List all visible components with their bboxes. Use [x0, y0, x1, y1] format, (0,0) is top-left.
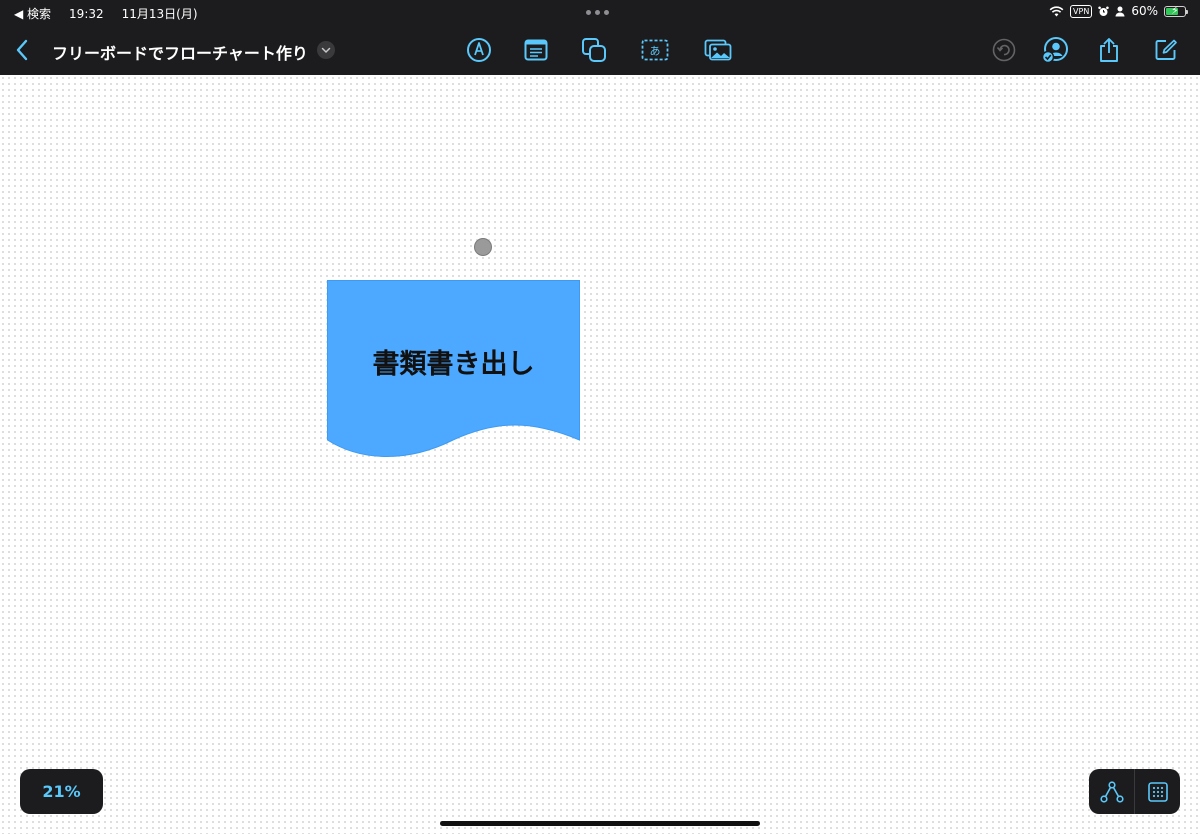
compose-icon: [1155, 39, 1177, 60]
connector-icon: [1099, 780, 1124, 803]
vpn-badge: VPN: [1070, 4, 1093, 18]
share-button[interactable]: [1091, 32, 1127, 68]
chevron-left-icon: [16, 39, 28, 61]
dot: [604, 10, 609, 15]
connector-button[interactable]: [1089, 769, 1134, 814]
title-menu-button[interactable]: [317, 41, 335, 59]
pen-tool-button[interactable]: [461, 32, 497, 68]
collaborate-button[interactable]: [1037, 32, 1073, 68]
undo-icon: [992, 38, 1016, 62]
shape-label[interactable]: 書類書き出し: [327, 342, 580, 381]
share-icon: [1100, 38, 1118, 62]
grid-toggle-button[interactable]: [1135, 769, 1180, 814]
text-box-button[interactable]: あ: [637, 32, 673, 68]
zoom-level-button[interactable]: 21%: [20, 769, 103, 814]
status-time: 19:32: [69, 6, 104, 21]
board-canvas[interactable]: 書類書き出し: [0, 75, 1200, 834]
sticky-note-icon: [524, 39, 548, 61]
charging-bolt-icon: ⚡: [1171, 3, 1179, 17]
svg-text:あ: あ: [650, 45, 661, 58]
photo-icon: [704, 39, 732, 61]
new-board-button[interactable]: [1148, 32, 1184, 68]
back-to-app-link[interactable]: ◀ 検索: [14, 5, 51, 22]
status-left: ◀ 検索 19:32 11月13日(月): [14, 5, 198, 22]
collaborate-icon: [1041, 37, 1068, 64]
sticky-note-button[interactable]: [518, 32, 554, 68]
undo-button[interactable]: [986, 32, 1022, 68]
back-button[interactable]: [4, 32, 40, 68]
freeform-app-screen: ◀ 検索 19:32 11月13日(月) VPN 60% ⚡ フリーボードでフロ…: [0, 0, 1200, 834]
photo-button[interactable]: [700, 32, 736, 68]
shapes-button[interactable]: [576, 32, 612, 68]
chevron-down-icon: [321, 47, 331, 53]
status-right: VPN 60% ⚡: [1049, 3, 1188, 18]
nav-row: フリーボードでフローチャート作り あ: [0, 24, 1200, 75]
battery-icon: ⚡: [1164, 3, 1188, 17]
rotate-handle[interactable]: [474, 238, 492, 256]
dot: [595, 10, 600, 15]
person-icon: [1115, 6, 1125, 16]
top-bar: ◀ 検索 19:32 11月13日(月) VPN 60% ⚡ フリーボードでフロ…: [0, 0, 1200, 75]
document-flowchart-shape[interactable]: 書類書き出し: [327, 280, 580, 462]
wifi-icon: [1049, 5, 1064, 16]
status-bar: ◀ 検索 19:32 11月13日(月) VPN 60% ⚡: [0, 0, 1200, 24]
multitasking-dots[interactable]: [586, 10, 609, 15]
bottom-tools: [1089, 769, 1180, 814]
dot: [586, 10, 591, 15]
grid-icon: [1147, 781, 1168, 802]
shapes-icon: [582, 38, 606, 62]
status-date: 11月13日(月): [121, 7, 198, 21]
battery-percent: 60%: [1131, 4, 1158, 18]
alarm-icon: [1098, 6, 1110, 16]
text-box-icon: あ: [641, 39, 669, 61]
home-indicator[interactable]: [440, 821, 760, 826]
board-title[interactable]: フリーボードでフローチャート作り: [52, 40, 308, 64]
pen-tool-icon: [467, 38, 491, 62]
